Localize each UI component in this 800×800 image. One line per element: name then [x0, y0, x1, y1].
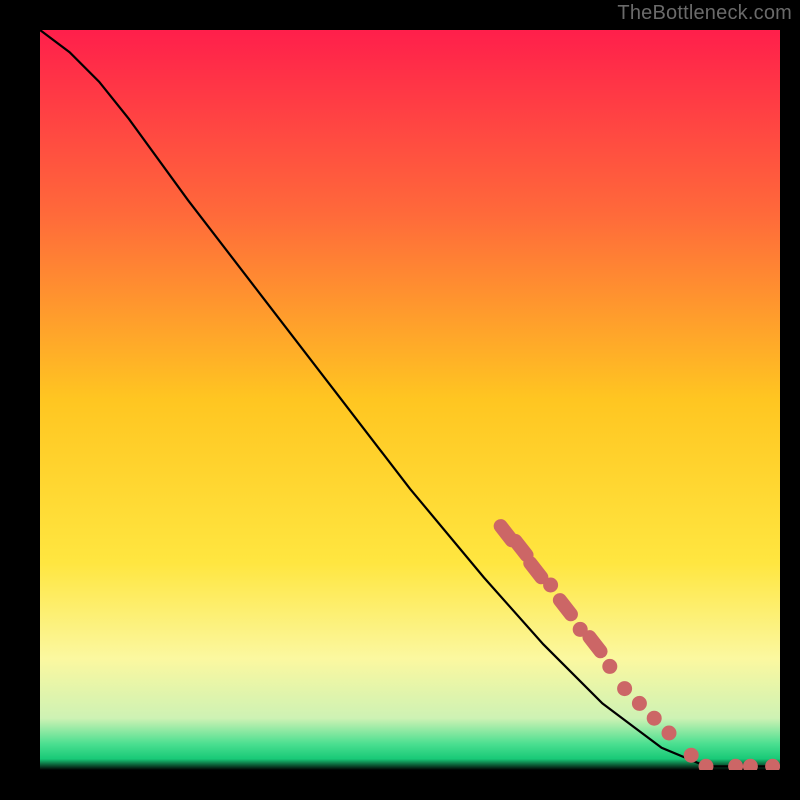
plot-area — [40, 30, 780, 770]
data-marker — [589, 637, 600, 651]
data-marker — [662, 726, 677, 741]
chart-frame: TheBottleneck.com — [0, 0, 800, 800]
data-marker — [684, 748, 699, 763]
data-marker — [632, 696, 647, 711]
data-marker — [560, 600, 571, 614]
data-marker — [530, 563, 541, 577]
data-marker — [543, 578, 558, 593]
data-marker — [647, 711, 662, 726]
data-marker — [602, 659, 617, 674]
data-marker — [515, 541, 526, 555]
bottleneck-curve-chart — [40, 30, 780, 770]
data-marker — [617, 681, 632, 696]
gradient-background — [40, 30, 780, 770]
attribution-label: TheBottleneck.com — [617, 2, 792, 25]
